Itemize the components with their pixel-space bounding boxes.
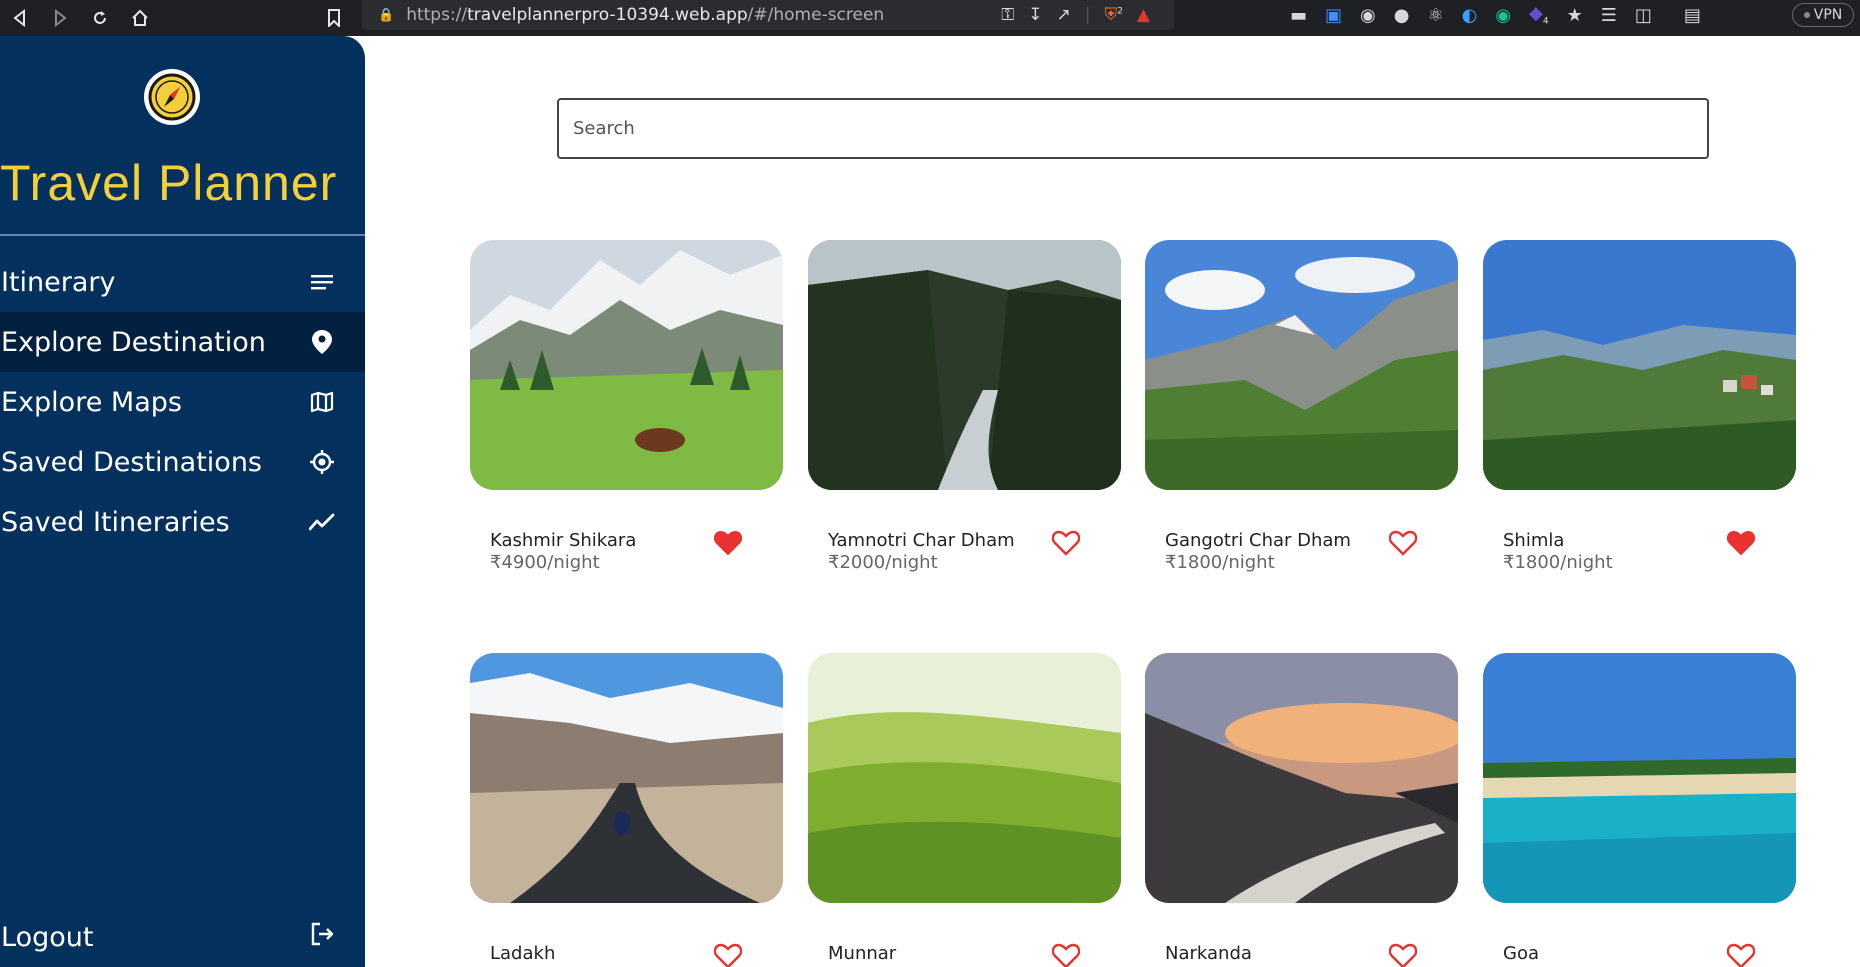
destination-card[interactable]: Goa [1483,653,1796,967]
extension-icon-4[interactable]: ● [1394,5,1410,26]
sidebar-item-label: Saved Destinations [1,446,262,478]
extension-icon-1[interactable]: ▬ [1290,5,1307,26]
destination-price: ₹4900/night [490,552,600,573]
back-icon[interactable] [0,0,40,36]
lock-icon: 🔒 [378,7,395,23]
address-bar[interactable]: 🔒 https://travelplannerpro-10394.web.app… [362,0,1174,30]
brave-shield-icon[interactable]: ⛨2 [1104,5,1122,25]
key-icon[interactable]: ⚿ [1001,5,1014,25]
sidebar: Travel Planner Itinerary Explore Destina… [0,36,365,967]
forward-icon[interactable] [40,0,80,36]
destination-card[interactable]: Ladakh [470,653,783,967]
reload-icon[interactable] [80,0,120,36]
search-input[interactable] [557,98,1709,159]
extension-icon-8[interactable]: ◆4 [1529,3,1549,27]
destination-image[interactable] [808,653,1121,903]
sidebar-item-label: Explore Maps [1,386,182,418]
sidebar-item-saved-itineraries[interactable]: Saved Itineraries [0,492,365,552]
sidebar-item-label: Saved Itineraries [1,506,230,538]
destination-card[interactable]: Gangotri Char Dham ₹1800/night [1145,240,1458,573]
destination-name: Kashmir Shikara [490,530,637,551]
destination-image[interactable] [1145,653,1458,903]
target-icon [309,449,335,475]
destination-price: ₹1800/night [1503,552,1613,573]
logout-label: Logout [1,921,94,953]
sidebar-item-label: Explore Destination [1,326,266,358]
extension-badge: 4 [1542,16,1549,27]
destination-image[interactable] [470,653,783,903]
app-title: Travel Planner [0,155,338,211]
vpn-button[interactable]: VPN [1792,3,1854,27]
sidebar-item-saved-destinations[interactable]: Saved Destinations [0,432,365,492]
destination-image[interactable] [808,240,1121,490]
brave-badge: 2 [1117,6,1123,17]
destination-name: Gangotri Char Dham [1165,530,1351,551]
list-icon [309,269,335,295]
vpn-label: VPN [1813,7,1843,23]
destination-name: Goa [1503,943,1539,964]
heart-icon[interactable] [713,530,743,558]
sidebar-toggle-icon[interactable]: ◫ [1635,5,1652,26]
sidebar-item-label: Itinerary [1,266,116,298]
heart-icon[interactable] [1726,530,1756,558]
destination-name: Ladakh [490,943,556,964]
heart-outline-icon[interactable] [1051,530,1081,558]
translate-icon[interactable]: ▣ [1325,5,1342,26]
destination-card[interactable]: Shimla ₹1800/night [1483,240,1796,573]
heart-outline-icon[interactable] [1726,943,1756,967]
map-icon [309,389,335,415]
destination-card[interactable]: Yamnotri Char Dham ₹2000/night [808,240,1121,573]
destination-card[interactable]: Kashmir Shikara ₹4900/night [470,240,783,573]
destination-price: ₹2000/night [828,552,938,573]
wallet-icon[interactable]: ▤ [1684,5,1701,26]
destination-price: ₹1800/night [1165,552,1275,573]
url-path: /#/home-screen [747,5,885,25]
trend-line-icon [309,509,335,535]
address-bar-actions: ⚿ ↧ ↗ | ⛨2 ▲ [1001,0,1150,30]
bookmark-icon[interactable] [314,0,354,36]
destination-name: Shimla [1503,530,1565,551]
url-scheme: https:// [406,5,468,25]
destination-image[interactable] [1483,653,1796,903]
share-icon[interactable]: ↗ [1056,5,1070,25]
extensions-bar: ▬ ▣ ◉ ● ⚛ ◐ ◉ ◆4 ★ ☰ ◫ ▤ [1290,0,1701,30]
url-host: travelplannerpro-10394.web.app [467,5,748,25]
sidebar-item-explore-maps[interactable]: Explore Maps [0,372,365,432]
home-icon[interactable] [120,0,160,36]
browser-toolbar: 🔒 https://travelplannerpro-10394.web.app… [0,0,1860,36]
vpn-status-dot [1803,12,1810,18]
sidebar-item-explore-destination[interactable]: Explore Destination [0,312,365,372]
logout-button[interactable]: Logout [0,912,365,962]
puzzle-icon[interactable]: ★ [1567,5,1583,26]
destination-image[interactable] [470,240,783,490]
extension-icon-6[interactable]: ◐ [1462,5,1478,26]
heart-outline-icon[interactable] [1388,943,1418,967]
sidebar-menu: Itinerary Explore Destination Explore Ma… [0,252,365,552]
destination-name: Yamnotri Char Dham [828,530,1015,551]
react-icon[interactable]: ⚛ [1427,5,1443,26]
playlist-icon[interactable]: ☰ [1601,5,1617,26]
compass-logo-icon [144,69,200,125]
brave-rewards-icon[interactable]: ▲ [1137,5,1150,25]
destination-image[interactable] [1145,240,1458,490]
destination-image[interactable] [1483,240,1796,490]
heart-outline-icon[interactable] [713,943,743,967]
grammarly-icon[interactable]: ◉ [1495,5,1511,26]
destination-card[interactable]: Munnar [808,653,1121,967]
heart-outline-icon[interactable] [1051,943,1081,967]
sidebar-item-itinerary[interactable]: Itinerary [0,252,365,312]
separator: | [1084,5,1091,25]
logout-icon [309,921,335,954]
destination-name: Narkanda [1165,943,1252,964]
sidebar-divider [0,234,365,236]
heart-outline-icon[interactable] [1388,530,1418,558]
destination-card[interactable]: Narkanda [1145,653,1458,967]
download-icon[interactable]: ↧ [1028,5,1042,25]
extension-icon-3[interactable]: ◉ [1360,5,1376,26]
destination-name: Munnar [828,943,897,964]
location-pin-icon [309,329,335,355]
